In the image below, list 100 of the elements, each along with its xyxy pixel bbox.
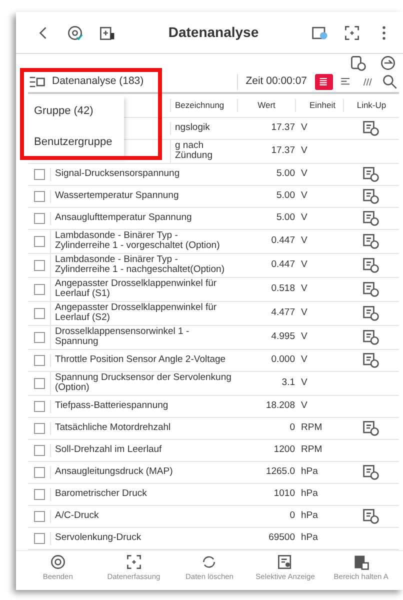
parameter-unit: V [300, 234, 308, 248]
parameter-unit: V [300, 167, 308, 182]
parameter-value: 5.00 [276, 167, 295, 182]
link-up-icon[interactable] [362, 463, 380, 482]
parameter-unit: hPa [300, 487, 319, 502]
parameter-name: Ansaugleitungsdruck (MAP) [50, 466, 237, 478]
link-up-icon[interactable] [362, 280, 380, 298]
link-up-icon[interactable] [362, 419, 380, 438]
parameter-unit: V [300, 399, 308, 414]
menu-item[interactable]: Benutzergruppe [28, 126, 124, 157]
link-up-icon[interactable] [362, 165, 380, 184]
checkbox[interactable] [34, 354, 44, 366]
parameter-name: g nach Zündung [170, 140, 237, 163]
link-up-icon[interactable] [362, 119, 380, 138]
checkbox[interactable] [34, 332, 44, 343]
parameter-value: 1265.0 [264, 465, 295, 480]
checkbox[interactable] [34, 190, 44, 202]
checkbox[interactable] [34, 212, 44, 224]
parameter-value: 0.447 [270, 234, 295, 248]
parameter-value: 1200 [272, 443, 295, 458]
parameter-unit: V [300, 306, 308, 320]
parameter-value: 0 [288, 509, 295, 524]
parameter-name: Tiefpass-Batteriespannung [50, 400, 237, 412]
checkbox[interactable] [34, 466, 44, 478]
checkbox[interactable] [34, 510, 44, 522]
parameter-name: Spannung Drucksensor der Servolenkung (Option) [50, 372, 237, 395]
checkbox[interactable] [34, 378, 44, 389]
parameter-unit: V [300, 330, 308, 344]
parameter-unit: V [300, 376, 308, 390]
group-label[interactable]: Datenanalyse (183) [46, 74, 156, 90]
parameter-name: Throttle Position Sensor Angle 2-Voltage [50, 354, 237, 366]
parameter-value: 4.477 [270, 306, 295, 320]
link-up-icon[interactable] [362, 304, 380, 322]
parameter-value: 0.447 [270, 258, 295, 272]
parameter-unit: hPa [300, 465, 319, 480]
column-header[interactable]: Einheit [295, 98, 343, 112]
parameter-unit: V [300, 353, 308, 368]
parameter-value: 3.1 [280, 376, 295, 390]
parameter-name: Signal-Drucksensorspannung [50, 168, 237, 180]
parameter-unit: V [300, 144, 308, 158]
link-up-icon[interactable] [362, 209, 380, 228]
parameter-value: 17.37 [270, 121, 295, 136]
parameter-name: Drosselklappensensorwinkel 1 - Spannung [50, 326, 237, 349]
column-header[interactable]: Bezeichnung [170, 99, 237, 112]
refresh-icon[interactable] [379, 54, 397, 72]
parameter-unit: RPM [300, 443, 324, 458]
link-up-icon[interactable] [362, 232, 380, 250]
parameter-unit: V [300, 258, 308, 272]
column-header[interactable]: Link-Up [343, 98, 399, 112]
parameter-name: A/C-Druck [50, 510, 237, 522]
capture-frame-icon[interactable] [343, 24, 361, 42]
parameter-name: Tatsächliche Motordrehzahl [50, 422, 237, 434]
parameter-value: 69500 [268, 531, 295, 546]
link-up-icon[interactable] [362, 351, 380, 370]
parameter-name: Angepasster Drosselklappenwinkel für Leerlauf (S1) [50, 278, 237, 301]
parameter-unit: hPa [300, 531, 319, 546]
checkbox[interactable] [34, 308, 44, 319]
parameter-name: Lambdasonde - Binärer Typ - Zylinderreihe 1 - nachgeschaltet(Option) [50, 254, 237, 277]
parameter-name: Angepasster Drosselklappenwinkel für Leerlauf (S2) [50, 302, 237, 325]
checkbox[interactable] [34, 284, 44, 295]
column-header[interactable]: Wert [237, 98, 295, 112]
checkbox[interactable] [34, 400, 44, 412]
capture-frame-icon [124, 552, 143, 571]
link-up-icon[interactable] [362, 507, 380, 526]
parameter-value: 0.518 [270, 282, 295, 296]
parameter-unit: V [300, 121, 308, 136]
parameter-unit: V [300, 211, 308, 226]
parameter-name: Ansauglufttemperatur Spannung [50, 212, 237, 224]
menu-item[interactable]: Gruppe (42) [28, 96, 124, 126]
parameter-value: 4.995 [270, 330, 295, 344]
parameter-name: Barometrischer Druck [50, 488, 237, 500]
parameter-name: Wassertemperatur Spannung [50, 190, 237, 202]
link-up-icon[interactable] [362, 187, 380, 206]
parameter-name: Lambdasonde - Binärer Typ - Zylinderreihe 1 - vorgeschaltet (Option) [50, 230, 237, 253]
checkbox[interactable] [34, 260, 44, 271]
parameter-value: 0.000 [270, 353, 295, 368]
checkbox[interactable] [34, 422, 44, 434]
parameter-unit: RPM [300, 421, 324, 436]
checkbox[interactable] [34, 532, 44, 544]
checkbox[interactable] [34, 168, 44, 180]
parameter-value: 5.00 [276, 211, 295, 226]
parameter-value: 18.208 [264, 399, 295, 414]
parameter-value: 1010 [272, 487, 295, 502]
parameter-value: 17.37 [270, 144, 295, 158]
link-up-icon[interactable] [362, 328, 380, 346]
parameter-unit: hPa [300, 509, 319, 524]
checkbox[interactable] [34, 236, 44, 247]
parameter-unit: V [300, 282, 308, 296]
parameter-value: 0 [288, 421, 295, 436]
parameter-value: 5.00 [276, 189, 295, 204]
checkbox[interactable] [34, 444, 44, 456]
link-up-icon[interactable] [362, 256, 380, 274]
parameter-name: Servolenkung-Druck [50, 532, 237, 544]
checkbox[interactable] [34, 488, 44, 500]
parameter-unit: V [300, 189, 308, 204]
parameter-name: ngslogik [170, 122, 237, 134]
search-icon[interactable] [381, 73, 399, 91]
list-view-icon[interactable] [315, 74, 333, 90]
stop-icon [48, 552, 67, 571]
screen-title: Datenanalyse [167, 23, 260, 42]
